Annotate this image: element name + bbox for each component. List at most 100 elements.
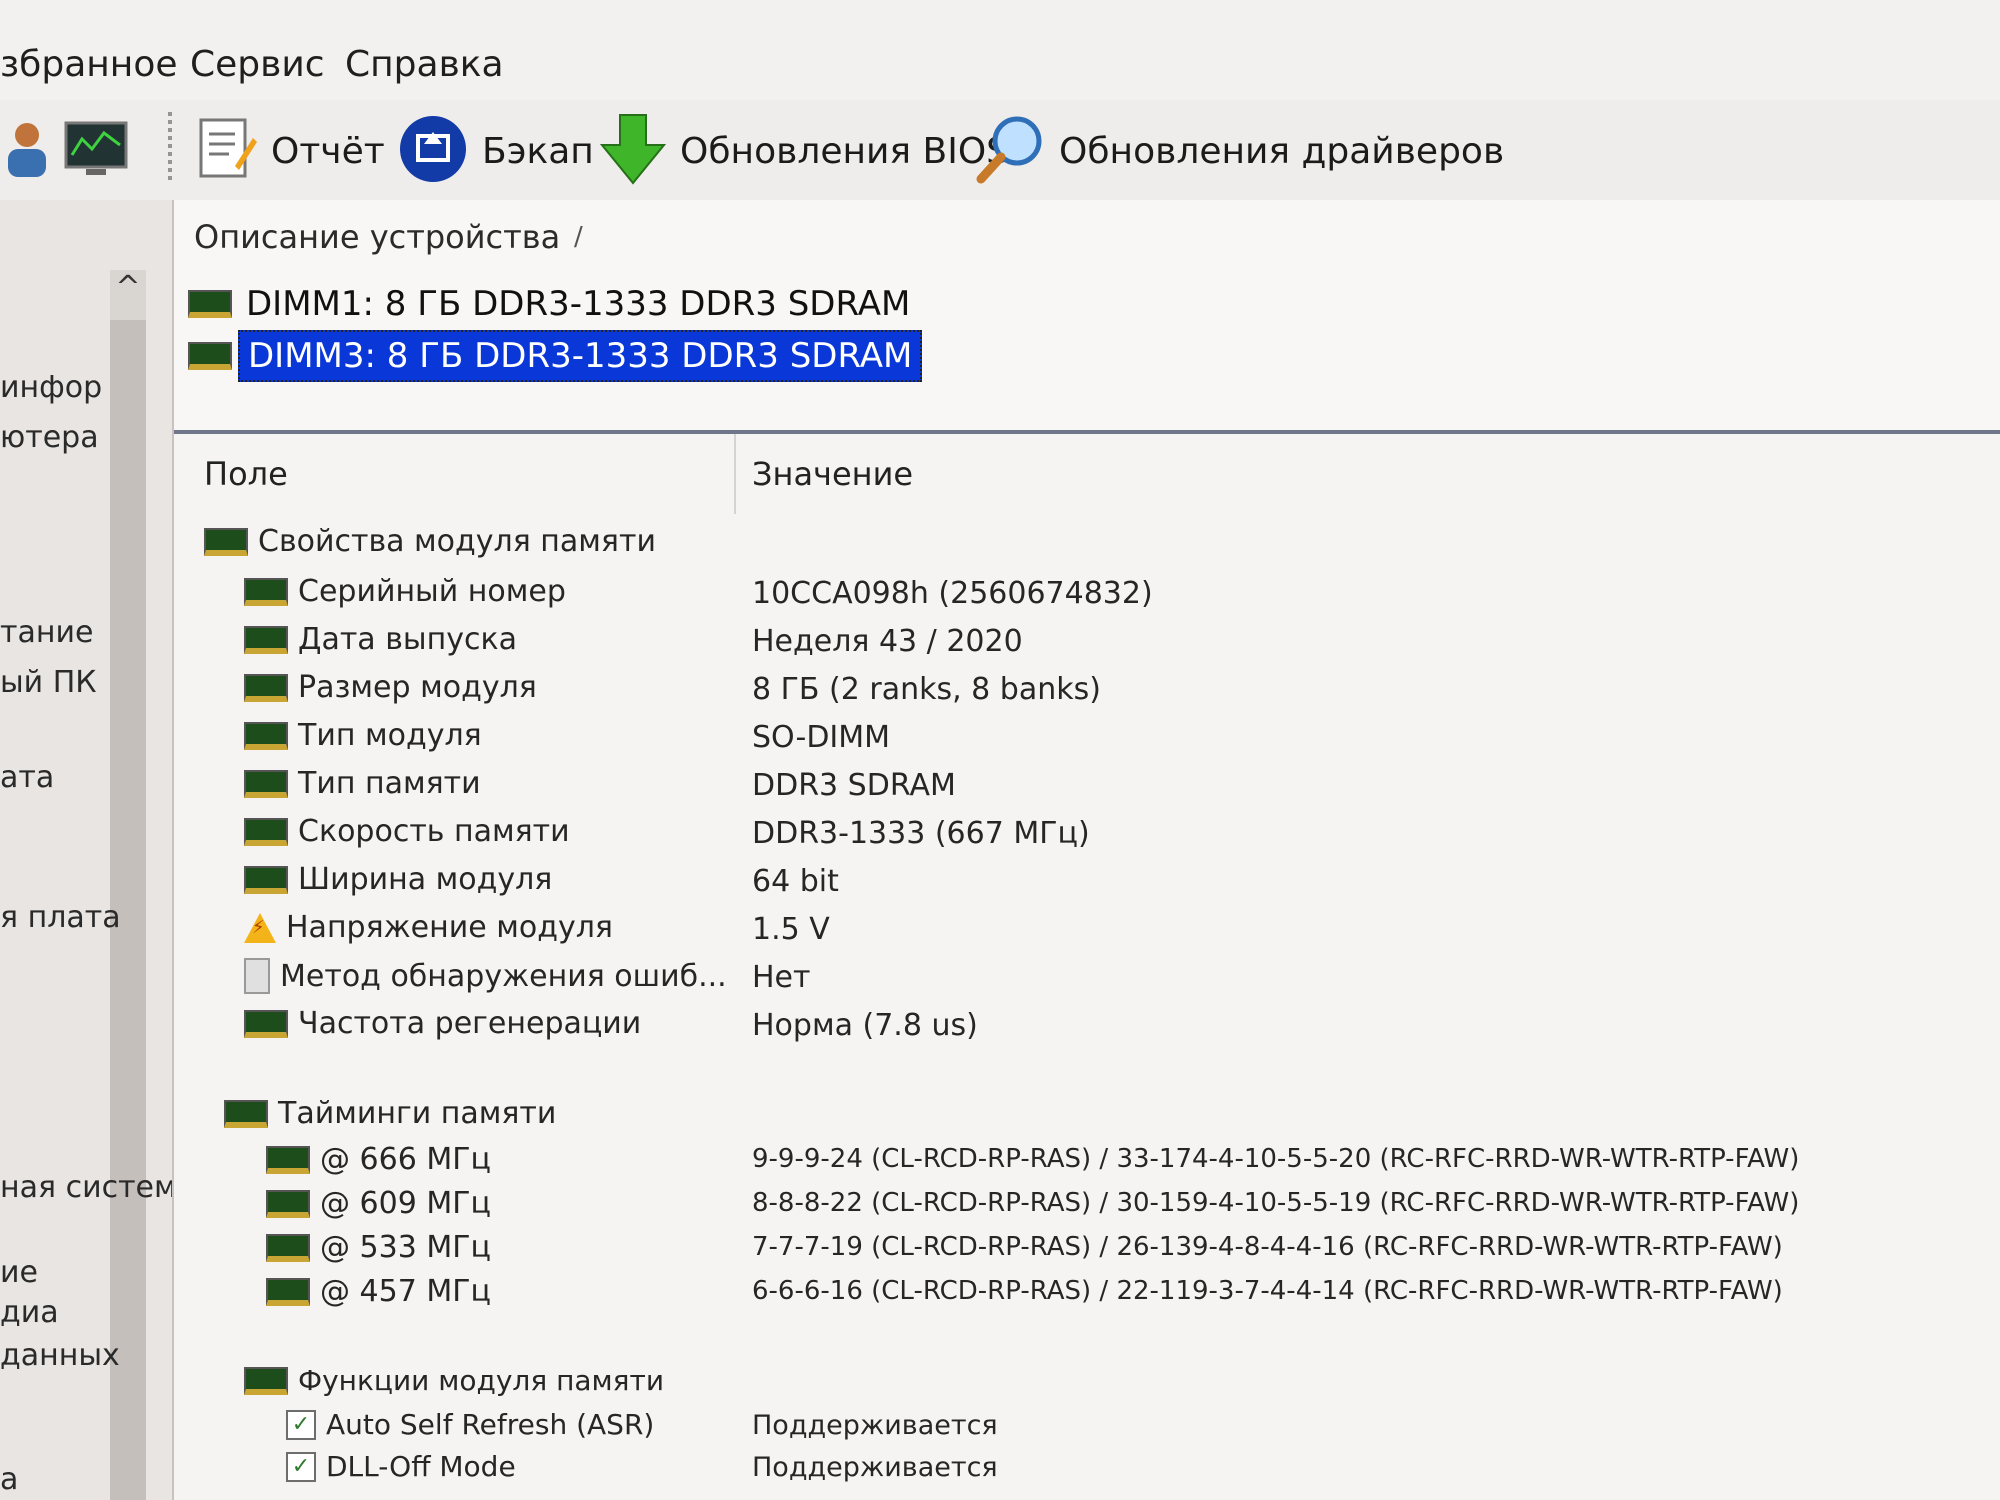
checkbox-checked-icon[interactable]: ✓ [286,1409,316,1440]
table-row[interactable]: Метод обнаружения ошиб... Нет [174,958,2000,1002]
table-row[interactable]: Напряжение модуля 1.5 V [174,910,2000,954]
field-label: Тип памяти [298,766,481,801]
document-icon [244,958,270,994]
toolbar-separator [168,112,172,184]
sidebar-item[interactable]: данных [0,1338,120,1373]
field-label: Частота регенерации [298,1006,642,1041]
field-value: DDR3-1333 (667 МГц) [752,816,1090,851]
monitor-button[interactable] [64,118,128,184]
field-label: Дата выпуска [298,622,517,657]
field-label: DLL-Off Mode [326,1450,516,1483]
ram-chip-icon [244,865,288,894]
field-value: 7-7-7-19 (CL-RCD-RP-RAS) / 26-139-4-8-4-… [752,1232,1783,1262]
field-value: 8-8-8-22 (CL-RCD-RP-RAS) / 30-159-4-10-5… [752,1188,1800,1218]
field-label: @ 609 МГц [320,1186,491,1221]
field-value: Поддерживается [752,1452,998,1483]
ram-chip-icon [266,1233,310,1262]
ram-chip-icon [244,769,288,798]
field-value: Поддерживается [752,1410,998,1441]
ram-chip-icon [266,1277,310,1306]
user-icon [4,119,50,183]
ram-chip-icon [224,1099,268,1128]
table-row[interactable]: Дата выпуска Неделя 43 / 2020 [174,622,2000,666]
column-header-value[interactable]: Значение [752,444,913,504]
sidebar-item[interactable]: ие [0,1255,38,1290]
ram-chip-icon [244,673,288,702]
device-item-dimm3[interactable]: DIMM3: 8 ГБ DDR3-1333 DDR3 SDRAM [188,330,923,382]
field-value: SO-DIMM [752,720,891,755]
sidebar-item[interactable]: диа [0,1295,59,1330]
table-row[interactable]: ✓ DLL-Off Mode Поддерживается [174,1450,2000,1494]
menu-favorites[interactable]: збранное [0,44,178,85]
user-button[interactable] [4,118,50,184]
device-description-pane: Описание устройства / DIMM1: 8 ГБ DDR3-1… [174,200,2000,434]
properties-table: Поле Значение Свойства модуля памяти Сер… [174,434,2000,1500]
ram-chip-icon [244,625,288,654]
group-row-functions[interactable]: Функции модуля памяти [174,1364,2000,1408]
field-label: Серийный номер [298,574,566,609]
field-label: Метод обнаружения ошиб... [280,958,727,994]
table-row[interactable]: Размер модуля 8 ГБ (2 ranks, 8 banks) [174,670,2000,714]
ram-chip-icon [188,290,232,318]
ram-chip-icon [204,527,248,556]
table-row[interactable]: Ширина модуля 64 bit [174,862,2000,906]
monitor-icon [64,119,128,183]
menu-help[interactable]: Справка [345,44,504,85]
device-item-dimm1[interactable]: DIMM1: 8 ГБ DDR3-1333 DDR3 SDRAM [188,280,918,328]
column-header-field[interactable]: Поле [204,444,288,504]
sidebar-item[interactable]: я плата [0,900,121,935]
table-row[interactable]: @ 457 МГц 6-6-6-16 (CL-RCD-RP-RAS) / 22-… [174,1274,2000,1318]
backup-icon [398,114,468,188]
group-row-properties[interactable]: Свойства модуля памяти [174,524,2000,568]
menu-service[interactable]: Сервис [190,44,325,85]
ram-chip-icon [244,577,288,606]
backup-button[interactable]: Бэкап [398,116,594,184]
sidebar: ^ инфор ютера тание ый ПК ата я плата на… [0,200,174,1500]
table-row[interactable]: ✓ Auto Self Refresh (ASR) Поддерживается [174,1408,2000,1452]
table-row[interactable]: Частота регенерации Норма (7.8 us) [174,1006,2000,1050]
scroll-up-icon[interactable]: ^ [110,270,146,306]
bios-update-button[interactable]: Обновления BIOS [599,114,1009,185]
group-row-timings[interactable]: Тайминги памяти [174,1096,2000,1140]
group-label: Свойства модуля памяти [258,524,656,559]
field-label: Скорость памяти [298,814,570,849]
checkbox-checked-icon[interactable]: ✓ [286,1451,316,1482]
sidebar-item[interactable]: ная систем [0,1170,172,1205]
sidebar-item[interactable]: ый ПК [0,665,97,700]
ram-chip-icon [266,1189,310,1218]
field-label: Auto Self Refresh (ASR) [326,1408,655,1441]
ram-chip-icon [244,1366,288,1395]
ram-chip-icon [244,1009,288,1038]
sidebar-item[interactable]: инфор [0,370,102,405]
ram-chip-icon [244,721,288,750]
sidebar-item[interactable]: а [0,1462,18,1497]
table-row[interactable]: Тип памяти DDR3 SDRAM [174,766,2000,810]
sidebar-item[interactable]: тание [0,615,93,650]
toolbar: Отчёт Бэкап Обновления BIOS Обновления д… [0,100,2000,202]
ram-chip-icon [266,1145,310,1174]
table-row[interactable]: Тип модуля SO-DIMM [174,718,2000,762]
sidebar-item[interactable]: ютера [0,420,99,455]
table-row[interactable]: @ 533 МГц 7-7-7-19 (CL-RCD-RP-RAS) / 26-… [174,1230,2000,1274]
field-value: 64 bit [752,864,839,899]
table-row[interactable]: Серийный номер 10CCA098h (2560674832) [174,574,2000,618]
field-value: 10CCA098h (2560674832) [752,576,1153,611]
table-row[interactable]: @ 609 МГц 8-8-8-22 (CL-RCD-RP-RAS) / 30-… [174,1186,2000,1230]
column-divider[interactable] [734,434,736,514]
report-label: Отчёт [271,130,385,172]
field-label: Размер модуля [298,670,537,705]
sidebar-item[interactable]: ата [0,760,54,795]
driver-update-button[interactable]: Обновления драйверов [975,116,1504,184]
ram-chip-icon [188,342,232,370]
field-label: @ 666 МГц [320,1142,491,1177]
magnifier-icon [975,113,1045,189]
menu-bar: збранное Сервис Справка [0,0,2000,101]
field-label: @ 533 МГц [320,1230,491,1265]
download-arrow-icon [599,113,667,189]
table-row[interactable]: Скорость памяти DDR3-1333 (667 МГц) [174,814,2000,858]
report-button[interactable]: Отчёт [195,118,385,184]
table-row[interactable]: @ 666 МГц 9-9-9-24 (CL-RCD-RP-RAS) / 33-… [174,1142,2000,1186]
field-value: Нет [752,960,811,995]
ram-chip-icon [244,817,288,846]
voltage-warning-icon [244,912,276,943]
